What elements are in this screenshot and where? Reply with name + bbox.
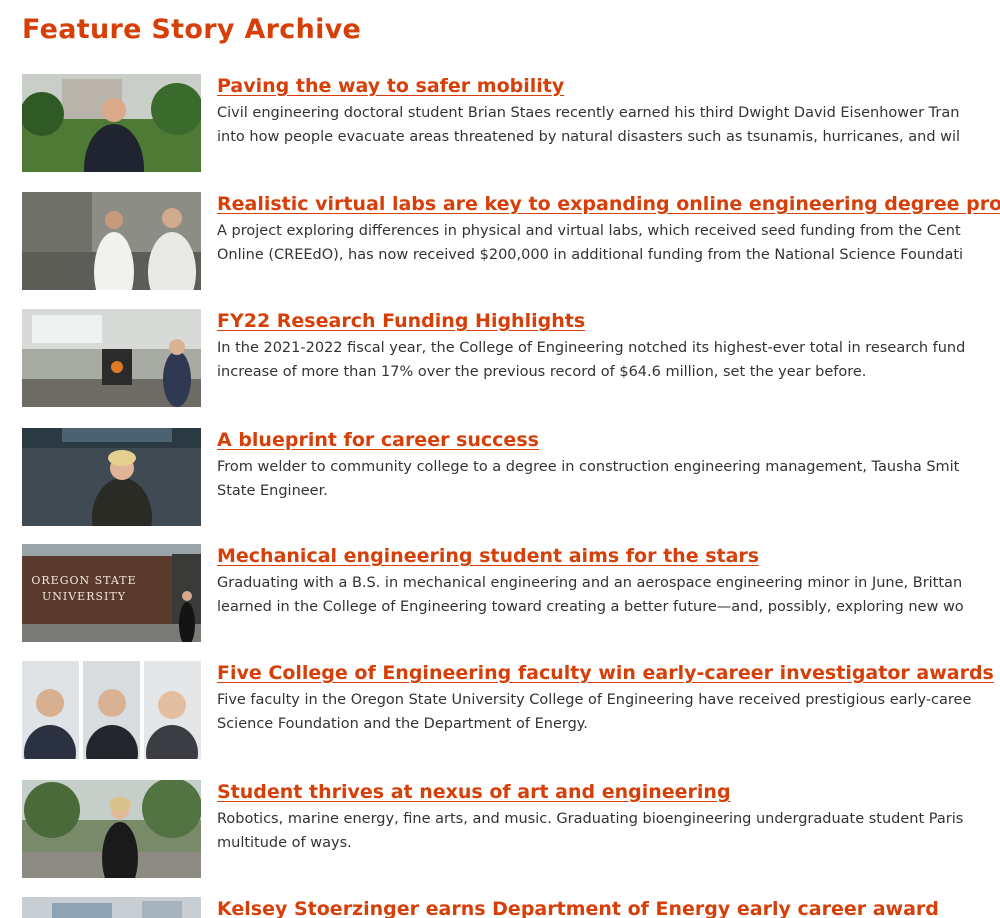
story-title-link[interactable]: Realistic virtual labs are key to expand… [217,192,1000,216]
photo-lab-equipment [22,897,201,918]
story-summary: Civil engineering doctoral student Brian… [217,105,961,145]
story-item: Realistic virtual labs are key to expand… [0,192,1000,292]
photo-lab-room [22,309,201,407]
story-item: Student thrives at nexus of art and engi… [0,780,1000,880]
story-title-link[interactable]: Five College of Engineering faculty win … [217,661,994,685]
story-thumbnail[interactable] [22,780,201,878]
story-thumbnail[interactable] [22,309,201,407]
story-summary: Robotics, marine energy, fine arts, and … [217,811,964,851]
story-thumbnail[interactable] [22,897,201,918]
story-title-link[interactable]: FY22 Research Funding Highlights [217,309,585,333]
story-summary: A project exploring differences in physi… [217,223,964,263]
story-item: FY22 Research Funding Highlights In the … [0,309,1000,409]
story-thumbnail[interactable] [22,192,201,290]
story-title-link[interactable]: Student thrives at nexus of art and engi… [217,780,731,804]
story-thumbnail[interactable] [22,74,201,172]
story-thumbnail[interactable] [22,428,201,526]
svg-text:OREGON STATE: OREGON STATE [31,574,136,587]
story-summary: From welder to community college to a de… [217,459,960,499]
page-title: Feature Story Archive [22,14,362,45]
story-item: Five College of Engineering faculty win … [0,661,1000,761]
story-item: Paving the way to safer mobility Civil e… [0,74,1000,174]
story-summary: In the 2021-2022 fiscal year, the Colleg… [217,340,966,380]
story-thumbnail[interactable]: OREGON STATE UNIVERSITY [22,544,201,642]
photo-graduate-portrait [22,428,201,526]
story-title-link[interactable]: Mechanical engineering student aims for … [217,544,759,568]
photo-student-outdoors [22,74,201,172]
story-item: A blueprint for career success From weld… [0,428,1000,528]
story-summary: Graduating with a B.S. in mechanical eng… [217,575,964,615]
story-item: Kelsey Stoerzinger earns Department of E… [0,897,1000,918]
photo-university-sign: OREGON STATE UNIVERSITY [22,544,201,642]
story-summary: Five faculty in the Oregon State Univers… [217,692,972,732]
photo-faculty-headshots [22,661,201,759]
story-thumbnail[interactable] [22,661,201,759]
story-item: OREGON STATE UNIVERSITY Mechanical engin… [0,544,1000,644]
svg-text:UNIVERSITY: UNIVERSITY [42,590,126,603]
story-title-link[interactable]: Paving the way to safer mobility [217,74,564,98]
story-title-link[interactable]: A blueprint for career success [217,428,539,452]
photo-graduate-street [22,780,201,878]
photo-lab-researchers [22,192,201,290]
story-title-link[interactable]: Kelsey Stoerzinger earns Department of E… [217,897,939,918]
